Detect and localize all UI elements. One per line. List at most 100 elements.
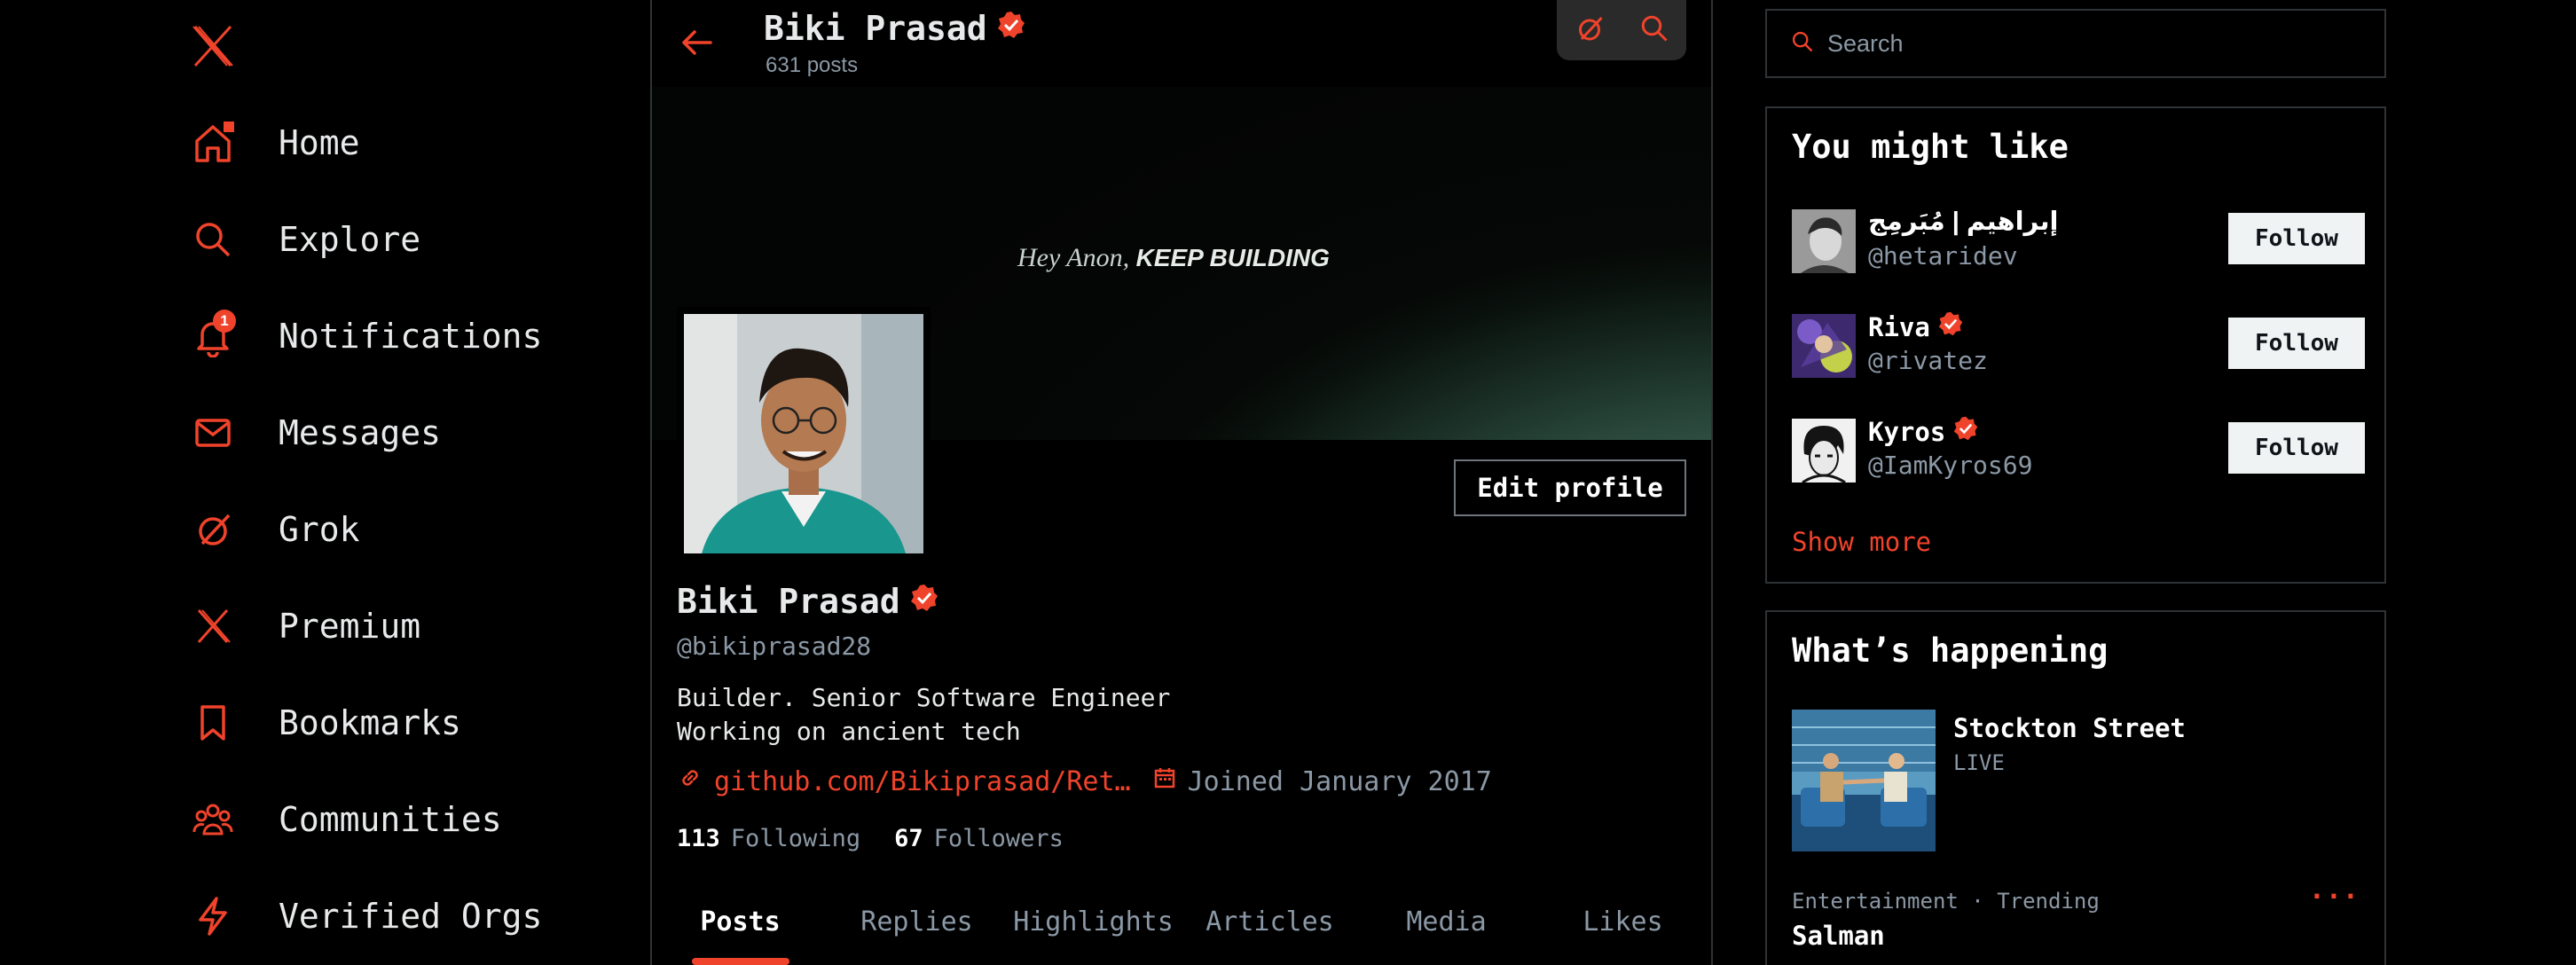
- profile-website-link[interactable]: github.com/Bikiprasad/Ret…: [714, 766, 1131, 797]
- trend-thumbnail[interactable]: [1792, 710, 1936, 851]
- avatar: [1792, 314, 1856, 378]
- suggestion-name-text: Kyros: [1868, 416, 1946, 447]
- notification-badge: 1: [213, 310, 236, 333]
- banner-emphasis: KEEP BUILDING: [1135, 244, 1330, 271]
- suggestion-name-text: Riva: [1868, 311, 1930, 342]
- left-sidebar: Home Explore 1 Notifications Messages Gr…: [0, 0, 650, 965]
- panel-title: What’s happening: [1792, 632, 2109, 670]
- trend-title[interactable]: Stockton Street: [1953, 713, 2186, 743]
- bookmark-icon: [190, 700, 236, 746]
- verified-badge-icon: [996, 9, 1026, 48]
- bio-line: Working on ancient tech: [677, 717, 1021, 746]
- suggestion-handle: @hetaridev: [1868, 241, 2018, 271]
- tab-replies[interactable]: Replies: [829, 887, 1005, 965]
- profile-name-text: Biki Prasad: [677, 582, 900, 621]
- show-more-link[interactable]: Show more: [1792, 527, 1931, 557]
- profile-header-bar: Biki Prasad 631 posts: [652, 0, 1711, 87]
- nav-label: Premium: [279, 607, 421, 646]
- follow-stats: 113 Following 67 Followers: [677, 825, 1087, 852]
- followers-count[interactable]: 67: [894, 825, 923, 852]
- nav-bookmarks[interactable]: Bookmarks: [190, 696, 461, 749]
- grok-icon: [190, 506, 236, 553]
- verified-badge-icon: [909, 582, 939, 621]
- banner-text: Hey Anon, KEEP BUILDING: [1017, 243, 1330, 273]
- suggestion-name-text: إبراهيم | مُبَرمِج: [1868, 208, 2059, 236]
- follow-button[interactable]: Follow: [2228, 213, 2365, 264]
- tab-likes[interactable]: Likes: [1535, 887, 1711, 965]
- lightning-icon: [190, 893, 236, 939]
- nav-label: Verified Orgs: [279, 897, 543, 936]
- right-sidebar: You might like إبراهيم | مُبَرمِج @hetar…: [1765, 0, 2386, 965]
- header-actions: [1557, 0, 1686, 60]
- back-arrow-icon[interactable]: [675, 21, 718, 64]
- link-icon: [677, 765, 703, 798]
- trend-category: Entertainment · Trending: [1792, 889, 2100, 914]
- nav-verified-orgs[interactable]: Verified Orgs: [190, 890, 542, 943]
- profile-meta: github.com/Bikiprasad/Ret… Joined Januar…: [677, 765, 1492, 798]
- nav-premium[interactable]: Premium: [190, 600, 420, 653]
- header-name: Biki Prasad: [764, 9, 1026, 48]
- nav-label: Explore: [279, 220, 421, 259]
- nav-messages[interactable]: Messages: [190, 406, 441, 459]
- x-logo-icon[interactable]: [190, 23, 236, 69]
- tab-posts[interactable]: Posts: [652, 887, 829, 965]
- tab-media[interactable]: Media: [1358, 887, 1535, 965]
- more-options-icon[interactable]: ···: [2309, 882, 2360, 913]
- profile-bio: Builder. Senior Software Engineer Workin…: [677, 681, 1170, 749]
- nav-notifications[interactable]: 1 Notifications: [190, 310, 542, 363]
- suggestion-handle: @IamKyros69: [1868, 451, 2033, 480]
- banner-prefix: Hey Anon,: [1017, 243, 1130, 272]
- nav-home[interactable]: Home: [190, 116, 360, 169]
- people-icon: [190, 796, 236, 843]
- tab-articles[interactable]: Articles: [1182, 887, 1358, 965]
- suggestion-name: إبراهيم | مُبَرمِج: [1868, 206, 2058, 237]
- search-input[interactable]: [1827, 29, 2360, 58]
- suggestion-item[interactable]: Riva @rivatez Follow: [1792, 310, 2365, 378]
- nav-label: Home: [279, 123, 360, 162]
- trend-title[interactable]: Salman: [1792, 921, 1885, 951]
- nav-label: Messages: [279, 413, 442, 452]
- suggestion-item[interactable]: إبراهيم | مُبَرمِج @hetaridev Follow: [1792, 206, 2365, 273]
- suggestion-name: Kyros: [1868, 415, 1979, 448]
- grok-icon[interactable]: [1574, 12, 1606, 48]
- avatar: [1792, 419, 1856, 482]
- trend-live-status: LIVE: [1953, 750, 2005, 775]
- nav-explore[interactable]: Explore: [190, 213, 420, 266]
- home-icon: [190, 120, 236, 166]
- edit-profile-button[interactable]: Edit profile: [1454, 459, 1686, 516]
- who-to-follow-panel: You might like إبراهيم | مُبَرمِج @hetar…: [1765, 106, 2386, 584]
- nav-label: Communities: [279, 800, 502, 839]
- suggestion-name: Riva: [1868, 310, 1964, 343]
- mail-icon: [190, 410, 236, 456]
- header-post-count: 631 posts: [766, 53, 859, 77]
- avatar: [1792, 209, 1856, 273]
- profile-joined-date: Joined January 2017: [1187, 765, 1492, 797]
- search-icon: [190, 216, 236, 263]
- panel-title: You might like: [1792, 128, 2069, 166]
- home-notification-dot: [224, 122, 234, 132]
- profile-column: Biki Prasad 631 posts Hey Anon, KEEP BUI…: [650, 0, 1713, 965]
- nav-label: Notifications: [279, 317, 543, 356]
- follow-button[interactable]: Follow: [2228, 422, 2365, 474]
- profile-avatar[interactable]: [677, 307, 931, 561]
- follow-button[interactable]: Follow: [2228, 318, 2365, 369]
- bio-line: Builder. Senior Software Engineer: [677, 683, 1171, 712]
- verified-badge-icon: [1937, 310, 1964, 343]
- suggestion-item[interactable]: Kyros @IamKyros69 Follow: [1792, 415, 2365, 482]
- nav-label: Grok: [279, 510, 360, 549]
- verified-badge-icon: [1952, 415, 1979, 448]
- nav-grok[interactable]: Grok: [190, 503, 360, 556]
- following-label[interactable]: Following: [731, 825, 860, 852]
- calendar-icon: [1152, 765, 1177, 797]
- bell-icon: 1: [190, 310, 236, 359]
- following-count[interactable]: 113: [677, 825, 720, 852]
- whats-happening-panel: What’s happening Stockton Street LIVE En…: [1765, 610, 2386, 965]
- nav-communities[interactable]: Communities: [190, 793, 502, 846]
- search-box[interactable]: [1765, 9, 2386, 78]
- header-name-text: Biki Prasad: [764, 9, 987, 48]
- tab-highlights[interactable]: Highlights: [1005, 887, 1182, 965]
- x-logo-icon: [190, 603, 236, 649]
- search-icon[interactable]: [1638, 12, 1670, 48]
- followers-label[interactable]: Followers: [934, 825, 1064, 852]
- profile-name: Biki Prasad: [677, 582, 939, 621]
